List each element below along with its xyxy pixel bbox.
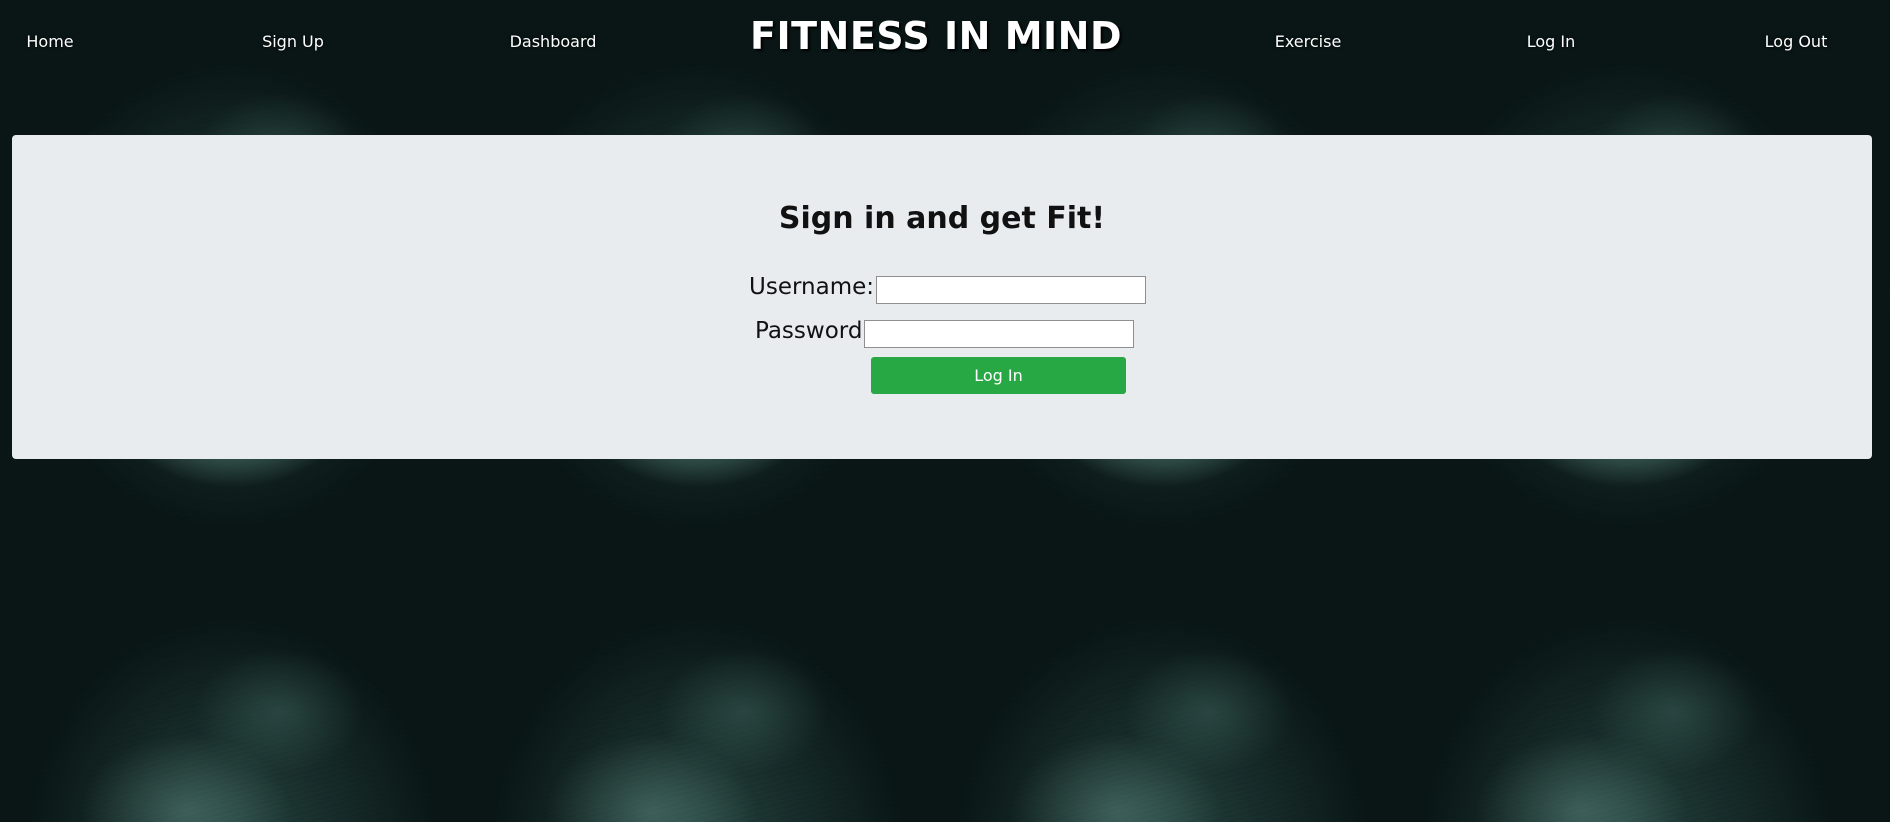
log-in-button[interactable]: Log In [871, 357, 1126, 394]
site-brand-title: FITNESS IN MIND [749, 14, 1123, 58]
nav-link-log-in[interactable]: Log In [1527, 32, 1576, 51]
login-heading-emphasis: Fit! [1046, 201, 1106, 236]
login-heading: Sign in and get Fit! [12, 201, 1872, 236]
nav-link-home[interactable]: Home [26, 32, 73, 51]
nav-link-dashboard[interactable]: Dashboard [510, 32, 597, 51]
password-label: Password: [755, 318, 871, 344]
username-label: Username: [749, 274, 874, 300]
username-input[interactable] [876, 276, 1146, 304]
nav-link-exercise[interactable]: Exercise [1275, 32, 1342, 51]
login-panel: Sign in and get Fit! Username: Password:… [12, 135, 1872, 459]
password-input[interactable] [864, 320, 1134, 348]
login-heading-text: Sign in and get [778, 201, 1047, 236]
nav-link-sign-up[interactable]: Sign Up [262, 32, 324, 51]
top-navigation: Home Sign Up Dashboard FITNESS IN MIND E… [0, 0, 1890, 84]
nav-link-log-out[interactable]: Log Out [1765, 32, 1828, 51]
